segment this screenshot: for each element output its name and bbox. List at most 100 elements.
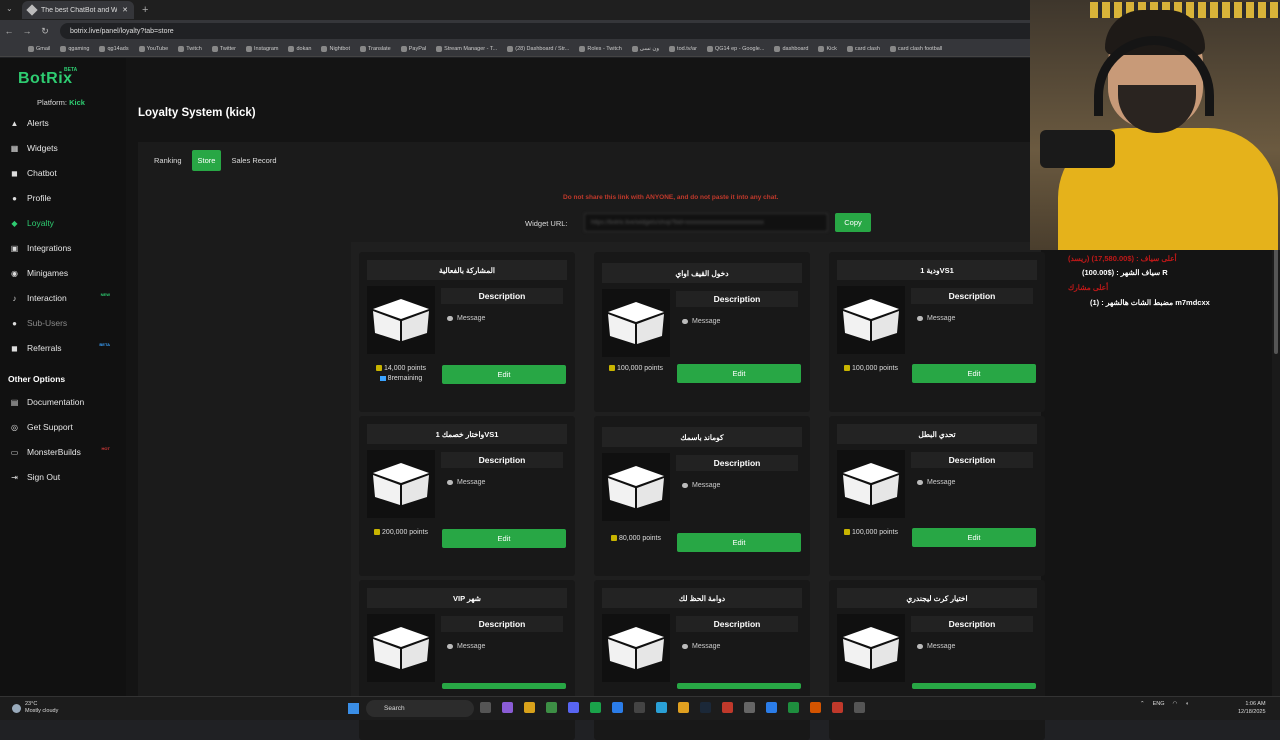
- windows-start-icon[interactable]: [348, 703, 359, 714]
- new-tab-icon[interactable]: +: [142, 4, 148, 16]
- app-icon[interactable]: [502, 702, 513, 713]
- bookmark-label: Gmail: [36, 46, 51, 52]
- tab-sales-record[interactable]: Sales Record: [225, 150, 282, 171]
- bookmark-item[interactable]: card clash football: [889, 46, 943, 52]
- edit-button[interactable]: [442, 683, 566, 689]
- file-explorer-icon[interactable]: [524, 702, 535, 713]
- bookmark-item[interactable]: tod.tv/ar: [669, 46, 697, 52]
- tray-chevron-icon[interactable]: ⌃: [1140, 701, 1145, 707]
- url-field[interactable]: botrix.live/panel/loyalty?tab=store: [60, 23, 1040, 39]
- browser-tab[interactable]: The best ChatBot and Widgets ✕: [22, 1, 134, 19]
- app-icon[interactable]: [634, 702, 645, 713]
- sidebar-item-documentation[interactable]: ▤ Documentation: [10, 394, 120, 410]
- app-icon[interactable]: [590, 702, 601, 713]
- sidebar-item-sign-out[interactable]: ⇥ Sign Out: [10, 469, 120, 485]
- bookmark-item[interactable]: qgaming: [60, 46, 89, 52]
- app-icon[interactable]: [722, 702, 733, 713]
- bookmark-item[interactable]: ون نسى: [631, 46, 659, 52]
- store-item-title: واختار خصمك 1VS1: [367, 424, 567, 444]
- bookmark-item[interactable]: Stream Manager - T...: [436, 46, 497, 52]
- tab-store[interactable]: Store: [191, 150, 222, 171]
- bookmark-item[interactable]: Instagram: [246, 46, 278, 52]
- edit-button[interactable]: [912, 683, 1036, 689]
- bookmark-item[interactable]: Twitch: [178, 46, 202, 52]
- edit-button[interactable]: Edit: [912, 528, 1036, 547]
- taskbar-search[interactable]: Search: [366, 700, 474, 717]
- edit-button[interactable]: Edit: [677, 364, 801, 383]
- bookmark-item[interactable]: Gmail: [28, 46, 50, 52]
- bookmark-item[interactable]: Translate: [359, 46, 391, 52]
- widget-url-field[interactable]: https://botrix.live/widgets/shop?bid=xxx…: [584, 213, 828, 232]
- sidebar-item-monsterbuilds[interactable]: ▭ MonsterBuilds HOT: [10, 444, 120, 460]
- message-text: Message: [692, 482, 721, 489]
- weather-widget[interactable]: 23°C Mostly cloudy: [12, 701, 58, 715]
- edit-button[interactable]: [677, 683, 801, 689]
- sidebar-item-sub-users[interactable]: ● Sub-Users: [10, 315, 120, 331]
- bookmark-item[interactable]: qg14ads: [99, 46, 129, 52]
- bookmark-item[interactable]: QG14 ep - Google...: [706, 46, 764, 52]
- edit-button[interactable]: Edit: [442, 365, 566, 384]
- sidebar-item-chatbot[interactable]: ◼ Chatbot: [10, 165, 120, 181]
- app-icon[interactable]: [810, 702, 821, 713]
- sidebar-item-label: Documentation: [27, 397, 85, 407]
- back-icon[interactable]: ←: [0, 26, 18, 36]
- bookmark-label: card clash football: [897, 46, 943, 52]
- chrome-icon[interactable]: [546, 702, 557, 713]
- sidebar-item-widgets[interactable]: ▦ Widgets: [10, 140, 120, 156]
- item-price-block: 100,000 points: [837, 528, 905, 538]
- bookmark-item[interactable]: Nightbot: [321, 46, 350, 52]
- edit-button[interactable]: Edit: [912, 364, 1036, 383]
- reload-icon[interactable]: ↻: [36, 26, 54, 37]
- bookmark-item[interactable]: (28) Dashboard / Str...: [507, 46, 569, 52]
- sidebar-item-alerts[interactable]: ▲ Alerts: [10, 115, 120, 131]
- bookmark-item[interactable]: PayPal: [400, 46, 426, 52]
- obs-icon[interactable]: [832, 702, 843, 713]
- discord-icon[interactable]: [568, 702, 579, 713]
- copy-button[interactable]: Copy: [835, 213, 871, 232]
- app-icon[interactable]: [766, 702, 777, 713]
- store-item-title: VIP شهر: [367, 588, 567, 608]
- sidebar-item-loyalty[interactable]: ◆ Loyalty: [10, 215, 120, 231]
- page-title: Loyalty System (kick): [138, 107, 256, 119]
- sidebar-item-minigames[interactable]: ◉ Minigames: [10, 265, 120, 281]
- bookmark-item[interactable]: Kick: [818, 46, 837, 52]
- bookmark-item[interactable]: dokan: [288, 46, 311, 52]
- edit-button[interactable]: Edit: [442, 529, 566, 548]
- app-icon[interactable]: [678, 702, 689, 713]
- sidebar-item-integrations[interactable]: ▣ Integrations: [10, 240, 120, 256]
- box-icon: [837, 614, 905, 682]
- bookmark-item[interactable]: Roles - Twitch: [579, 46, 622, 52]
- overlay-line-4: مضبط الشات هالشهر : (1) m7mdcxx: [1090, 298, 1210, 307]
- store-item-title: اختيار كرت ليجندري: [837, 588, 1037, 608]
- message-text: Message: [692, 318, 721, 325]
- referrals-icon: ◼: [11, 343, 18, 353]
- bookmark-item[interactable]: dashboard: [774, 46, 808, 52]
- message-label: Message: [447, 479, 485, 486]
- tab-menu-icon[interactable]: ⌄: [6, 4, 13, 13]
- tab-ranking[interactable]: Ranking: [148, 150, 188, 171]
- box-icon: [367, 450, 435, 518]
- forward-icon[interactable]: →: [18, 26, 36, 36]
- bookmark-item[interactable]: card clash: [846, 46, 880, 52]
- sidebar-item-referrals[interactable]: ◼ Referrals BETA: [10, 340, 120, 356]
- steam-icon[interactable]: [700, 702, 711, 713]
- sidebar-item-get-support[interactable]: ◎ Get Support: [10, 419, 120, 435]
- app-icon[interactable]: [744, 702, 755, 713]
- music-icon: ♪: [12, 293, 17, 303]
- sidebar-item-profile[interactable]: ● Profile: [10, 190, 120, 206]
- xbox-icon[interactable]: [788, 702, 799, 713]
- task-view-icon[interactable]: [480, 702, 491, 713]
- close-tab-icon[interactable]: ✕: [122, 6, 128, 14]
- volume-icon[interactable]: ◖: [1185, 701, 1188, 707]
- sidebar-item-interaction[interactable]: ♪ Interaction NEW: [10, 290, 120, 306]
- telegram-icon[interactable]: [656, 702, 667, 713]
- bookmark-item[interactable]: YouTube: [138, 46, 168, 52]
- lang-indicator[interactable]: ENG: [1153, 701, 1165, 707]
- edit-button[interactable]: Edit: [677, 533, 801, 552]
- taskbar-clock[interactable]: 1:06 AM 12/18/2025: [1238, 700, 1266, 716]
- bookmark-item[interactable]: Twitter: [211, 46, 236, 52]
- wifi-icon[interactable]: ◠: [1173, 701, 1178, 707]
- app-icon[interactable]: [854, 702, 865, 713]
- edge-icon[interactable]: [612, 702, 623, 713]
- weather-icon: [12, 703, 21, 713]
